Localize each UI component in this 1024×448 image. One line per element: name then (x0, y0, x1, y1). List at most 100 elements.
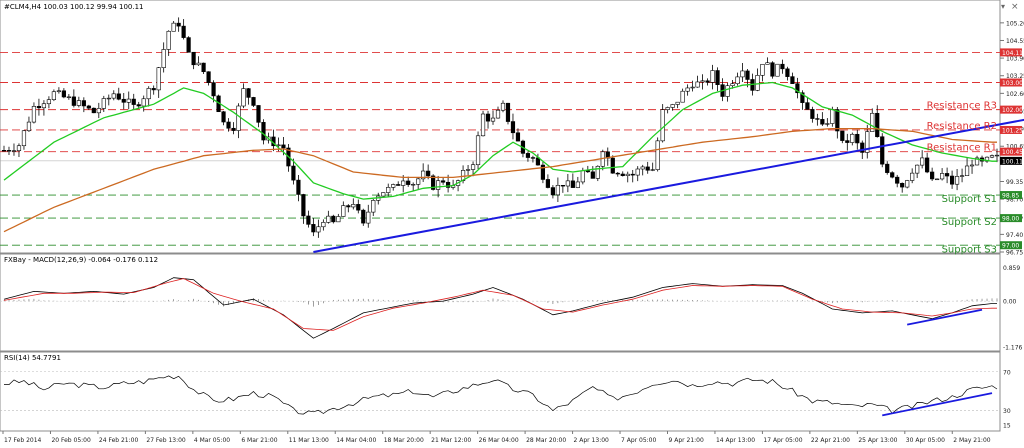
candle-body (41, 103, 47, 109)
candle-body (351, 204, 356, 208)
time-axis-label: 14 Apr 13:00 (716, 437, 755, 444)
candle-body (915, 164, 920, 174)
candle-body (191, 51, 196, 66)
candle-body (935, 178, 940, 181)
macd-y-tick-label: -1.176 (1003, 345, 1023, 352)
candle-body (356, 204, 361, 211)
candle-body (675, 101, 680, 105)
candle-body (346, 205, 351, 208)
level-annotation: Resistance R3 (927, 101, 997, 112)
candle-body (226, 121, 231, 129)
candle-body (585, 170, 590, 173)
candle-body (391, 184, 396, 188)
candle-body (770, 62, 775, 77)
candle-body (416, 178, 421, 185)
time-axis-label: 28 Mar 20:00 (526, 437, 566, 444)
time-axis-label: 27 Feb 13:00 (146, 437, 186, 444)
candle-body (196, 62, 201, 66)
candle-body (705, 80, 710, 83)
candle-body (441, 180, 446, 183)
level-annotation: Resistance R2 (927, 121, 997, 132)
level-annotation: Support S3 (942, 244, 997, 255)
main-price-panel[interactable] (0, 0, 1001, 254)
candle-body (146, 88, 151, 100)
price-level-tag-label: 103.00 (1002, 80, 1023, 87)
candle-body (940, 173, 945, 180)
candle-body (31, 106, 37, 123)
candle-body (845, 140, 850, 143)
candle-body (810, 109, 815, 119)
candle-body (575, 181, 580, 188)
candle-body (645, 166, 650, 171)
candle-body (21, 130, 27, 147)
time-axis-label: 20 Feb 05:00 (51, 437, 91, 444)
candle-body (620, 173, 625, 176)
candle-body (131, 98, 136, 105)
candle-body (805, 102, 810, 110)
current-price-tag-label: 100.11 (1002, 158, 1023, 165)
rsi-y-tick-label: 30 (1003, 408, 1011, 415)
candle-body (725, 85, 730, 97)
time-axis-label: 14 Mar 04:00 (336, 437, 376, 444)
candle-body (96, 108, 101, 114)
price-level-tag-label: 104.11 (1002, 50, 1023, 57)
macd-header: FXBay - MACD(12,26,9) -0.064 -0.176 0.11… (4, 256, 158, 264)
close-icon[interactable]: × (1011, 2, 1019, 12)
candle-body (341, 205, 346, 217)
time-axis-label: 4 Mar 05:00 (194, 437, 230, 444)
candle-body (475, 135, 481, 166)
price-level-tag-label: 101.25 (1002, 127, 1023, 134)
candle-body (201, 62, 206, 73)
minimize-icon[interactable]: ▾ (1001, 2, 1005, 11)
candle-body (311, 224, 316, 233)
candle-body (545, 179, 551, 188)
level-annotation: Support S2 (942, 217, 997, 228)
candle-body (790, 76, 795, 84)
candle-body (650, 169, 655, 171)
candle-body (730, 83, 735, 87)
candle-body (161, 49, 166, 69)
candle-body (51, 91, 56, 100)
candle-body (406, 180, 411, 185)
candle-body (181, 25, 186, 38)
candle-body (949, 175, 955, 185)
rsi-y-tick-label: 70 (1003, 369, 1011, 376)
time-axis-label: 7 Apr 05:00 (621, 437, 656, 444)
candle-body (186, 37, 191, 53)
candle-body (835, 109, 840, 132)
candle-body (141, 98, 146, 107)
candle-body (316, 226, 321, 233)
candle-body (880, 136, 885, 165)
candle-body (116, 93, 121, 100)
candle-body (565, 180, 570, 187)
time-axis-label: 17 Apr 05:00 (763, 437, 802, 444)
macd-panel[interactable] (0, 253, 1001, 352)
candle-body (81, 100, 86, 107)
candle-body (660, 109, 665, 142)
rsi-panel[interactable] (0, 351, 1001, 432)
candle-body (331, 215, 336, 223)
candle-body (291, 165, 296, 181)
main-y-tick-label: 102.60 (1006, 91, 1024, 98)
level-annotation: Support S1 (942, 194, 997, 205)
time-axis-label: 22 Apr 21:00 (811, 437, 850, 444)
candle-body (785, 68, 790, 77)
candle-body (136, 104, 141, 107)
candle-body (106, 97, 111, 100)
candle-body (590, 171, 595, 179)
candle-body (825, 123, 830, 125)
candle-body (875, 112, 880, 138)
candle-body (745, 70, 750, 80)
candle-body (111, 93, 116, 99)
main-y-tick-label: 97.40 (1006, 232, 1023, 239)
candle-body (890, 172, 895, 178)
candle-body (480, 113, 486, 137)
trading-chart[interactable]: 105.20104.55103.90103.25102.60101.95101.… (0, 0, 1024, 448)
time-axis-label: 25 Apr 13:00 (858, 437, 897, 444)
candle-body (36, 106, 42, 109)
candle-body (241, 88, 246, 107)
candle-body (665, 107, 670, 110)
candle-body (700, 80, 705, 83)
candle-body (495, 109, 501, 119)
candle-body (151, 88, 156, 91)
